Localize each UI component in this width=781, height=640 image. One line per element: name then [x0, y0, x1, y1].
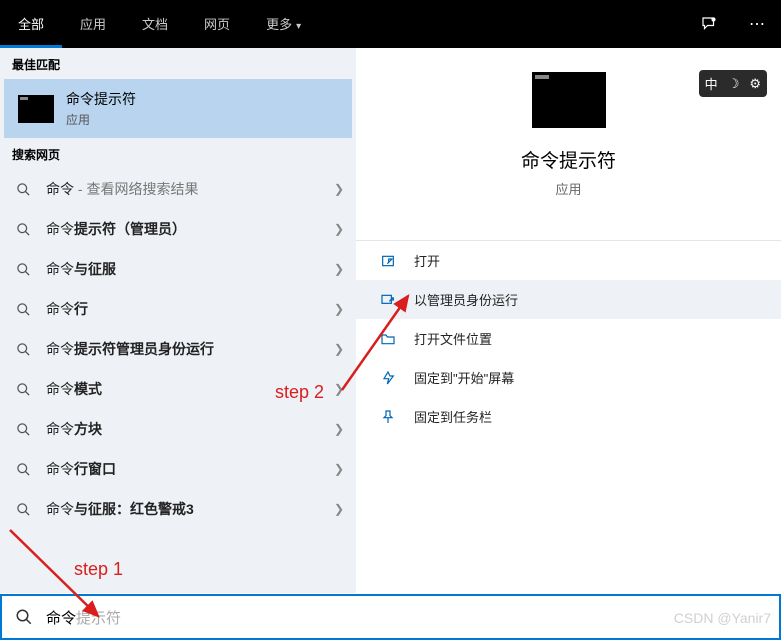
search-suggestion[interactable]: 命令提示符（管理员） ❯ [0, 209, 356, 249]
search-suggestion[interactable]: 命令 - 查看网络搜索结果 ❯ [0, 169, 356, 209]
search-icon [16, 302, 32, 317]
chevron-right-icon: ❯ [334, 222, 344, 236]
admin-icon [380, 292, 398, 308]
action-label: 固定到"开始"屏幕 [414, 368, 514, 387]
chevron-right-icon: ❯ [334, 382, 344, 396]
search-icon [2, 608, 46, 626]
chevron-right-icon: ❯ [334, 262, 344, 276]
search-topbar: 全部 应用 文档 网页 更多▾ ⋯ [0, 0, 781, 48]
search-suggestion[interactable]: 命令方块 ❯ [0, 409, 356, 449]
results-panel: 最佳匹配 命令提示符 应用 搜索网页 命令 - 查看网络搜索结果❯命令提示符（管… [0, 48, 356, 593]
chevron-right-icon: ❯ [334, 182, 344, 196]
chevron-right-icon: ❯ [334, 342, 344, 356]
chevron-right-icon: ❯ [334, 302, 344, 316]
search-suggestion[interactable]: 命令与征服：红色警戒3 ❯ [0, 489, 356, 529]
search-suggestion[interactable]: 命令模式 ❯ [0, 369, 356, 409]
preview-sub: 应用 [356, 179, 781, 198]
search-icon [16, 382, 32, 397]
ime-indicator[interactable]: 中 ☽ ⚙ [699, 70, 767, 97]
tab-all[interactable]: 全部 [0, 0, 62, 48]
search-icon [16, 262, 32, 277]
preview-title: 命令提示符 [356, 146, 781, 173]
suggestion-text: 命令提示符（管理员） [46, 219, 326, 239]
search-typed-text: 命令 [46, 610, 76, 627]
action-open[interactable]: 打开 [356, 241, 781, 280]
chevron-down-icon: ▾ [296, 21, 301, 32]
best-match-item[interactable]: 命令提示符 应用 [4, 79, 352, 138]
search-icon [16, 182, 32, 197]
tab-more[interactable]: 更多▾ [248, 0, 319, 48]
search-icon [16, 422, 32, 437]
tab-docs[interactable]: 文档 [124, 0, 186, 48]
suggestion-text: 命令模式 [46, 379, 326, 399]
action-label: 打开文件位置 [414, 329, 492, 348]
action-pin-start[interactable]: 固定到"开始"屏幕 [356, 358, 781, 397]
action-label: 固定到任务栏 [414, 407, 492, 426]
action-label: 打开 [414, 251, 440, 270]
search-icon [16, 462, 32, 477]
feedback-icon[interactable] [685, 0, 733, 48]
tab-web[interactable]: 网页 [186, 0, 248, 48]
preview-thumb-icon [532, 72, 606, 128]
suggestion-text: 命令与征服：红色警戒3 [46, 499, 326, 519]
preview-panel: 中 ☽ ⚙ 命令提示符 应用 打开以管理员身份运行打开文件位置固定到"开始"屏幕… [356, 48, 781, 593]
options-icon[interactable]: ⋯ [733, 0, 781, 48]
chevron-right-icon: ❯ [334, 502, 344, 516]
suggestion-text: 命令 - 查看网络搜索结果 [46, 179, 326, 199]
action-admin[interactable]: 以管理员身份运行 [356, 280, 781, 319]
best-match-header: 最佳匹配 [0, 48, 356, 79]
chevron-right-icon: ❯ [334, 422, 344, 436]
search-icon [16, 222, 32, 237]
action-folder[interactable]: 打开文件位置 [356, 319, 781, 358]
pin-tb-icon [380, 409, 398, 425]
search-input[interactable]: 命令提示符 [46, 607, 121, 628]
search-suggestion[interactable]: 命令提示符管理员身份运行 ❯ [0, 329, 356, 369]
ime-lang: 中 [705, 74, 718, 93]
moon-icon: ☽ [728, 76, 740, 92]
search-suggestion[interactable]: 命令行窗口 ❯ [0, 449, 356, 489]
folder-icon [380, 331, 398, 347]
gear-icon: ⚙ [749, 76, 761, 92]
search-suggestion[interactable]: 命令与征服 ❯ [0, 249, 356, 289]
chevron-right-icon: ❯ [334, 462, 344, 476]
search-icon [16, 502, 32, 517]
pin-start-icon [380, 370, 398, 386]
search-icon [16, 342, 32, 357]
suggestion-text: 命令方块 [46, 419, 326, 439]
action-label: 以管理员身份运行 [414, 290, 518, 309]
best-match-sub: 应用 [66, 111, 136, 128]
tab-apps[interactable]: 应用 [62, 0, 124, 48]
web-search-header: 搜索网页 [0, 138, 356, 169]
search-bar[interactable]: 命令提示符 [0, 594, 781, 640]
suggestion-text: 命令提示符管理员身份运行 [46, 339, 326, 359]
suggestion-text: 命令行 [46, 299, 326, 319]
search-ghost-text: 提示符 [76, 610, 121, 627]
cmd-thumb-icon [18, 95, 54, 123]
action-pin-tb[interactable]: 固定到任务栏 [356, 397, 781, 436]
suggestion-text: 命令行窗口 [46, 459, 326, 479]
suggestion-text: 命令与征服 [46, 259, 326, 279]
actions-list: 打开以管理员身份运行打开文件位置固定到"开始"屏幕固定到任务栏 [356, 240, 781, 436]
open-icon [380, 253, 398, 269]
best-match-title: 命令提示符 [66, 89, 136, 109]
search-suggestion[interactable]: 命令行 ❯ [0, 289, 356, 329]
